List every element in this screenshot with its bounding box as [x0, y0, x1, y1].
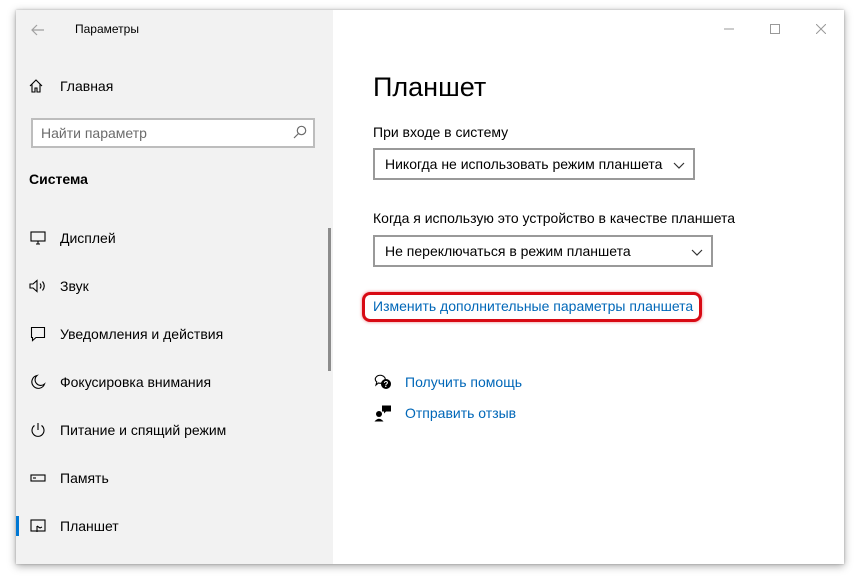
sidebar-item-label: Звук	[60, 278, 89, 294]
back-button[interactable]	[26, 18, 50, 42]
page-title: Планшет	[373, 72, 487, 102]
active-indicator	[16, 516, 19, 536]
storage-icon	[28, 468, 48, 488]
home-icon	[29, 79, 43, 93]
notification-icon	[28, 324, 48, 344]
send-feedback-link[interactable]: Отправить отзыв	[405, 405, 516, 421]
sidebar-item-power[interactable]: Питание и спящий режим	[16, 410, 333, 450]
advanced-settings-link[interactable]: Изменить дополнительные параметры планше…	[373, 298, 693, 314]
search-icon[interactable]	[293, 125, 307, 144]
display-icon	[28, 228, 48, 248]
close-button[interactable]	[798, 10, 844, 48]
moon-icon	[28, 372, 48, 392]
sidebar-item-display[interactable]: Дисплей	[16, 218, 333, 258]
feedback-row: Отправить отзыв	[373, 403, 516, 423]
help-row: ? Получить помощь	[373, 372, 522, 392]
get-help-link[interactable]: Получить помощь	[405, 374, 522, 390]
search-box	[31, 118, 315, 148]
sidebar-item-label: Питание и спящий режим	[60, 422, 227, 438]
sidebar-item-sound[interactable]: Звук	[16, 266, 333, 306]
sidebar-item-label: Память	[60, 470, 109, 486]
feedback-icon	[373, 403, 393, 423]
sidebar-item-focus[interactable]: Фокусировка внимания	[16, 362, 333, 402]
chevron-down-icon	[673, 157, 685, 175]
tablet-mode-dropdown[interactable]: Не переключаться в режим планшета	[373, 235, 713, 267]
power-icon	[28, 420, 48, 440]
nav-home-label: Главная	[60, 78, 114, 94]
sidebar-item-label: Планшет	[60, 518, 119, 534]
maximize-icon	[770, 24, 780, 34]
window-controls	[706, 10, 844, 48]
sidebar: Параметры Главная Система Дисплей Звук	[16, 10, 333, 564]
signin-dropdown-value: Никогда не использовать режим планшета	[385, 156, 663, 172]
help-icon: ?	[373, 372, 393, 392]
sidebar-scrollbar[interactable]	[328, 228, 331, 371]
arrow-left-icon	[31, 24, 44, 36]
nav-home[interactable]: Главная	[28, 74, 113, 98]
settings-window: Параметры Главная Система Дисплей Звук	[16, 10, 844, 564]
signin-label: При входе в систему	[373, 124, 509, 140]
sidebar-item-notifications[interactable]: Уведомления и действия	[16, 314, 333, 354]
tablet-icon	[28, 516, 48, 536]
sidebar-item-label: Дисплей	[60, 230, 116, 246]
speaker-icon	[28, 276, 48, 296]
sidebar-item-storage[interactable]: Память	[16, 458, 333, 498]
close-icon	[816, 24, 826, 34]
app-title: Параметры	[75, 22, 139, 36]
tablet-mode-dropdown-value: Не переключаться в режим планшета	[385, 243, 631, 259]
sidebar-item-tablet[interactable]: Планшет	[16, 506, 333, 546]
minimize-button[interactable]	[706, 10, 752, 48]
maximize-button[interactable]	[752, 10, 798, 48]
sidebar-item-label: Уведомления и действия	[60, 326, 224, 342]
signin-dropdown[interactable]: Никогда не использовать режим планшета	[373, 148, 695, 180]
sidebar-item-label: Фокусировка внимания	[60, 374, 212, 390]
chevron-down-icon	[691, 244, 703, 262]
tablet-mode-label: Когда я использую это устройство в качес…	[373, 210, 736, 226]
svg-text:?: ?	[384, 380, 389, 389]
main-pane: Планшет При входе в систему Никогда не и…	[333, 10, 844, 564]
search-input[interactable]	[41, 120, 281, 146]
section-title: Система	[29, 171, 88, 187]
minimize-icon	[724, 28, 734, 30]
